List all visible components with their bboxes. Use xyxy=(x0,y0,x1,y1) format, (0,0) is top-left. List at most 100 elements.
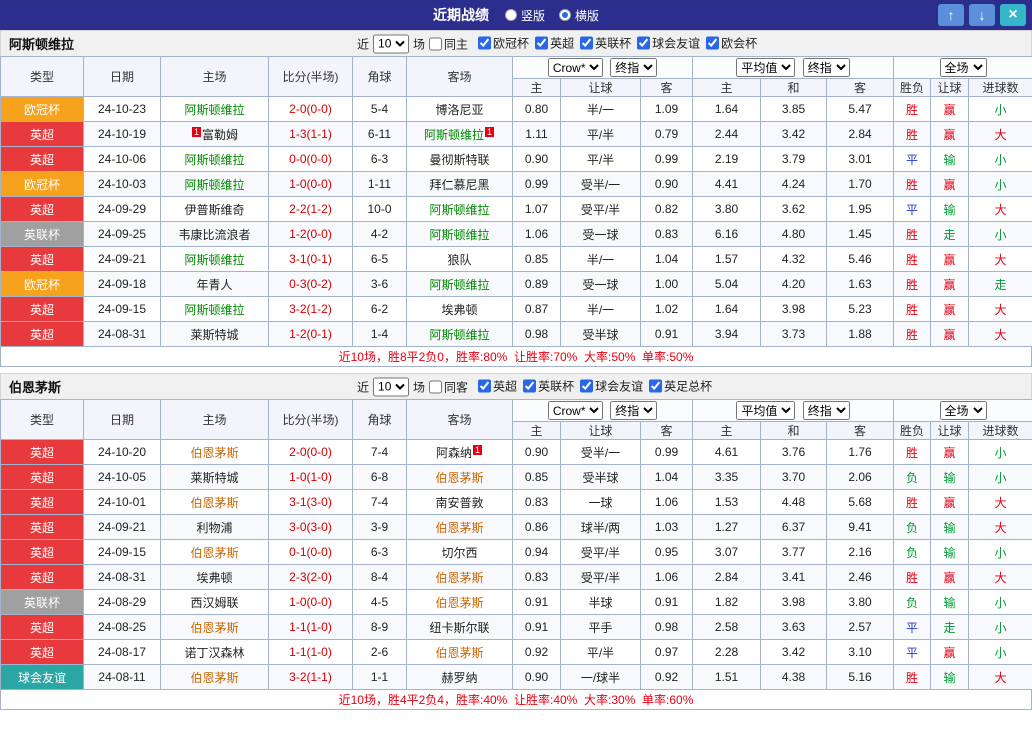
team-label: 西汉姆联 xyxy=(190,595,239,610)
cell-home-team: 莱斯特城 xyxy=(160,464,269,490)
cell-odds: 受一球 xyxy=(560,271,641,297)
team-label: 诺丁汉森林 xyxy=(184,645,245,660)
view-mode-horizontal[interactable]: 横版 xyxy=(559,7,599,24)
column-header: 主 xyxy=(512,421,561,440)
competition-filter[interactable]: 欧冠杯 xyxy=(478,35,529,52)
cell-odds: 受平/半 xyxy=(560,539,641,565)
cell-odds: 1.11 xyxy=(512,121,561,147)
match-scope-select[interactable]: 全场 xyxy=(939,58,987,77)
cell-away-team: 埃弗顿 xyxy=(406,296,513,322)
recent-label: 近 xyxy=(357,380,370,394)
cell-odds: 1.03 xyxy=(639,514,694,540)
odds-stage-select[interactable]: 终指 xyxy=(610,58,658,77)
cell-score: 0-3(0-2) xyxy=(268,271,353,297)
cell-average-odds: 3.35 xyxy=(692,464,762,490)
same-venue-filter[interactable]: 同主 xyxy=(429,35,468,52)
cell-competition: 英超 xyxy=(0,296,84,322)
column-header: 和 xyxy=(760,421,828,440)
cell-corners: 10-0 xyxy=(352,196,407,222)
competition-filter[interactable]: 球会友谊 xyxy=(637,35,700,52)
cell-odds: 受平/半 xyxy=(560,196,641,222)
column-header: 进球数 xyxy=(968,78,1032,97)
competition-checkbox[interactable] xyxy=(535,36,549,50)
same-venue-checkbox[interactable] xyxy=(429,37,443,50)
cell-away-team: 赫罗纳 xyxy=(406,664,513,690)
competition-filter[interactable]: 球会友谊 xyxy=(580,378,643,395)
scroll-down-button[interactable]: ↓ xyxy=(969,4,995,26)
scope-header: 全场 xyxy=(893,56,1032,79)
competition-checkbox[interactable] xyxy=(523,379,537,393)
cell-competition: 欧冠杯 xyxy=(0,96,84,122)
cell-score: 2-0(0-0) xyxy=(268,439,353,465)
cell-home-team: 伯恩茅斯 xyxy=(160,539,269,565)
cell-away-team: 伯恩茅斯 xyxy=(406,564,513,590)
average-select[interactable]: 平均值 xyxy=(736,58,796,77)
cell-average-odds: 3.98 xyxy=(760,296,828,322)
cell-average-odds: 5.46 xyxy=(826,246,895,272)
average-stage-select[interactable]: 终指 xyxy=(802,401,850,420)
bookmaker-select[interactable]: Crow* xyxy=(547,401,603,420)
competition-filter[interactable]: 英联杯 xyxy=(580,35,631,52)
table-row: 英超 24-09-15 阿斯顿维拉 3-2(1-2) 6-2 埃弗顿 0.87 半/一 1.02… xyxy=(0,296,1032,322)
competition-checkbox[interactable] xyxy=(649,379,663,393)
team-label: 阿斯顿维拉 xyxy=(184,252,245,267)
team-section: 伯恩茅斯 近 10 场 同客 英超 英联杯 球会友谊 英足总杯 类型 日期 主场 比分… xyxy=(0,373,1032,710)
recent-count-select[interactable]: 10 xyxy=(373,34,410,53)
cell-average-odds: 2.57 xyxy=(826,614,895,640)
match-scope-select[interactable]: 全场 xyxy=(939,401,987,420)
scroll-up-button[interactable]: ↑ xyxy=(938,4,964,26)
cell-odds: 半/一 xyxy=(560,246,641,272)
cell-odds: 0.94 xyxy=(512,539,561,565)
cell-average-odds: 3.41 xyxy=(760,564,828,590)
cell-away-team: 南安普敦 xyxy=(406,489,513,515)
cell-average-odds: 2.84 xyxy=(692,564,762,590)
cell-date: 24-08-17 xyxy=(83,639,161,665)
view-mode-label: 横版 xyxy=(575,8,600,23)
cell-corners: 5-4 xyxy=(352,96,407,122)
bookmaker-select[interactable]: Crow* xyxy=(547,58,603,77)
competition-checkbox[interactable] xyxy=(478,379,492,393)
cell-handicap-result: 输 xyxy=(930,146,970,172)
cell-average-odds: 4.32 xyxy=(760,246,828,272)
competition-checkbox[interactable] xyxy=(580,36,594,50)
same-venue-filter[interactable]: 同客 xyxy=(429,378,468,395)
column-header: 胜负 xyxy=(893,421,932,440)
cell-result: 胜 xyxy=(893,664,932,690)
competition-checkbox[interactable] xyxy=(706,36,720,50)
team-label: 伯恩茅斯 xyxy=(190,545,239,560)
average-select[interactable]: 平均值 xyxy=(736,401,796,420)
average-stage-select[interactable]: 终指 xyxy=(802,58,850,77)
column-header: 客 xyxy=(639,78,694,97)
competition-checkbox[interactable] xyxy=(478,36,492,50)
recent-count-select[interactable]: 10 xyxy=(373,377,410,396)
cell-odds: 平/半 xyxy=(560,639,641,665)
view-mode-vertical[interactable]: 竖版 xyxy=(504,7,545,24)
cell-corners: 8-4 xyxy=(352,564,407,590)
odds-stage-select[interactable]: 终指 xyxy=(610,401,658,420)
same-venue-checkbox[interactable] xyxy=(429,380,443,393)
competition-filter[interactable]: 英联杯 xyxy=(523,378,574,395)
competition-checkbox[interactable] xyxy=(637,36,651,50)
cell-odds: 0.99 xyxy=(639,439,694,465)
table-row: 英联杯 24-08-29 西汉姆联 1-0(0-0) 4-5 伯恩茅斯 0.91 半球 0.91… xyxy=(0,589,1032,615)
cell-competition: 欧冠杯 xyxy=(0,171,84,197)
competition-filter[interactable]: 欧会杯 xyxy=(706,35,757,52)
competition-filter[interactable]: 英超 xyxy=(535,35,574,52)
cell-home-team: 伯恩茅斯 xyxy=(160,489,269,515)
cell-average-odds: 3.42 xyxy=(760,121,828,147)
cell-odds: 一球 xyxy=(560,489,641,515)
cell-average-odds: 6.37 xyxy=(760,514,828,540)
close-button[interactable]: × xyxy=(1000,4,1026,26)
cell-odds: 0.91 xyxy=(512,614,561,640)
cell-odds: 0.95 xyxy=(639,539,694,565)
competition-checkbox[interactable] xyxy=(580,379,594,393)
competition-label: 欧冠杯 xyxy=(493,36,530,51)
cell-goals-result: 小 xyxy=(968,171,1032,197)
competition-label: 欧会杯 xyxy=(721,36,758,51)
competition-filter[interactable]: 英超 xyxy=(478,378,517,395)
competition-filter[interactable]: 英足总杯 xyxy=(649,378,712,395)
team-label: 年青人 xyxy=(196,277,233,292)
cell-odds: 0.99 xyxy=(639,146,694,172)
table-row: 英超 24-08-31 莱斯特城 1-2(0-1) 1-4 阿斯顿维拉 0.98 受半球 0.9… xyxy=(0,321,1032,347)
cell-average-odds: 4.20 xyxy=(760,271,828,297)
